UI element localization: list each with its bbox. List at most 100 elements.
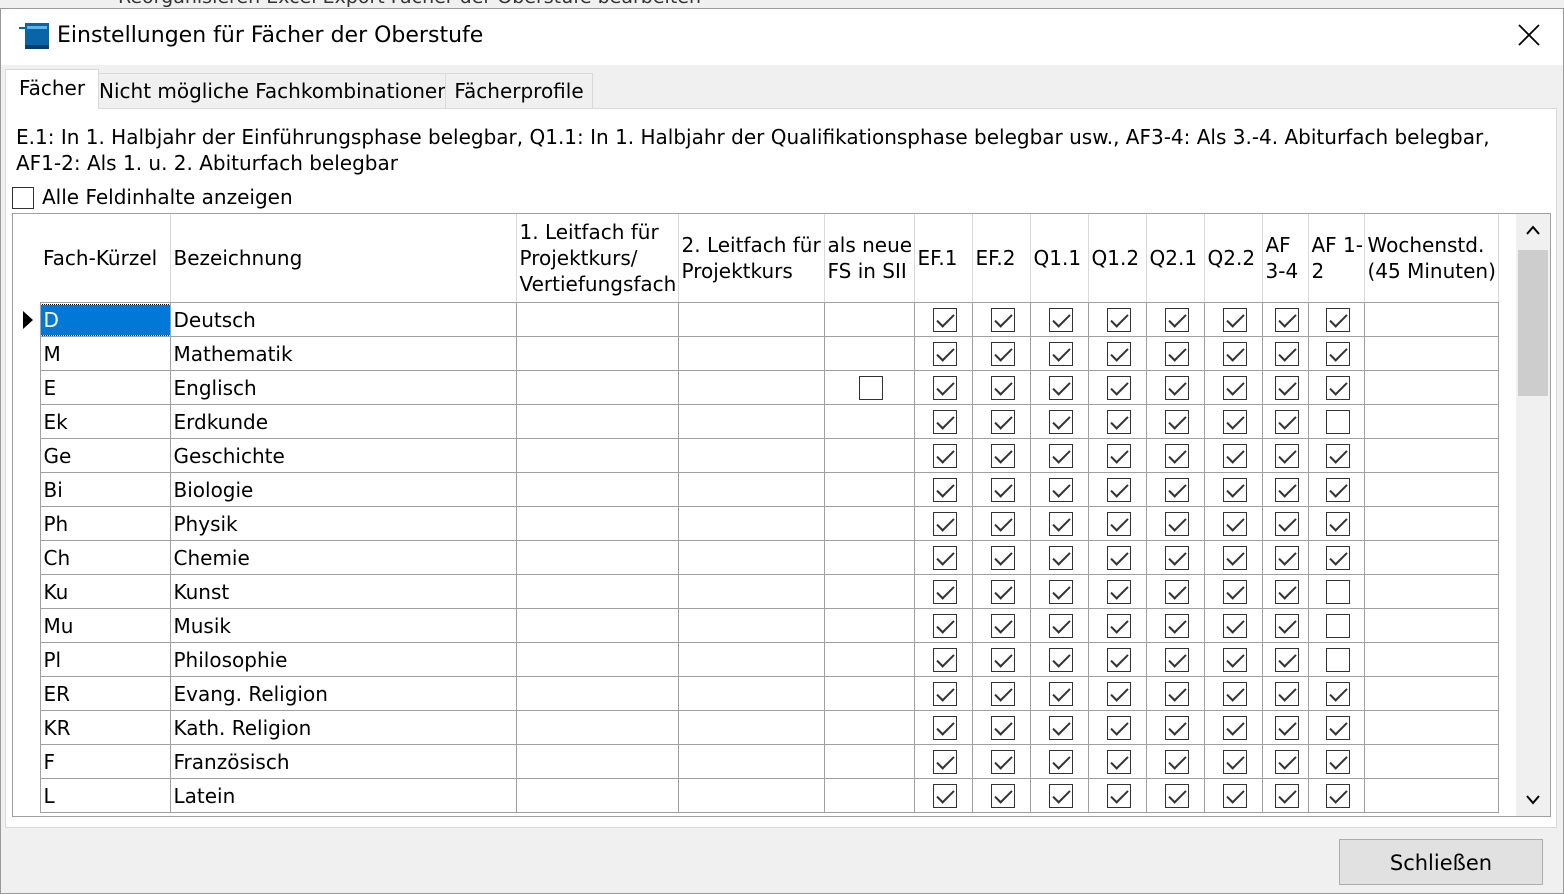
table-row[interactable]: ER Evang. Religion — [13, 676, 1499, 711]
cell-neue-fs[interactable] — [823, 778, 915, 813]
q12-checkbox[interactable] — [1106, 512, 1131, 537]
cell-af12[interactable] — [1307, 438, 1365, 473]
col-header-ef2[interactable]: EF.2 — [972, 214, 1031, 303]
cell-fach-kuerzel[interactable]: Ch — [39, 540, 171, 575]
ef2-checkbox[interactable] — [990, 342, 1015, 367]
cell-neue-fs[interactable] — [823, 642, 915, 677]
cell-af34[interactable] — [1261, 438, 1309, 473]
ef2-checkbox[interactable] — [990, 750, 1015, 775]
q21-checkbox[interactable] — [1164, 648, 1189, 673]
table-row[interactable]: Ph Physik — [13, 506, 1499, 541]
q11-checkbox[interactable] — [1048, 308, 1073, 333]
row-header[interactable] — [13, 779, 40, 813]
cell-q11[interactable] — [1029, 778, 1089, 813]
cell-q12[interactable] — [1087, 608, 1147, 643]
cell-leitfach-1[interactable] — [515, 302, 679, 337]
tab-faecher[interactable]: Fächer — [5, 69, 99, 109]
col-header-af12[interactable]: AF 1-2 — [1308, 214, 1365, 303]
cell-af12[interactable] — [1307, 710, 1365, 745]
cell-wochenstd[interactable] — [1363, 506, 1499, 541]
cell-q21[interactable] — [1145, 574, 1205, 609]
table-row[interactable]: D Deutsch — [13, 302, 1499, 337]
cell-q12[interactable] — [1087, 540, 1147, 575]
cell-fach-kuerzel[interactable]: D — [39, 302, 171, 337]
cell-af12[interactable] — [1307, 370, 1365, 405]
af12-checkbox[interactable] — [1325, 784, 1350, 809]
q21-checkbox[interactable] — [1164, 750, 1189, 775]
cell-leitfach-1[interactable] — [515, 336, 679, 371]
cell-bezeichnung[interactable]: Mathematik — [169, 336, 517, 371]
cell-af12[interactable] — [1307, 744, 1365, 779]
cell-leitfach-2[interactable] — [677, 710, 825, 745]
cell-q21[interactable] — [1145, 778, 1205, 813]
af34-checkbox[interactable] — [1274, 478, 1299, 503]
cell-wochenstd[interactable] — [1363, 710, 1499, 745]
cell-q22[interactable] — [1203, 404, 1263, 439]
q11-checkbox[interactable] — [1048, 580, 1073, 605]
cell-ef1[interactable] — [913, 506, 973, 541]
q12-checkbox[interactable] — [1106, 784, 1131, 809]
table-row[interactable]: L Latein — [13, 778, 1499, 813]
col-header-ef1[interactable]: EF.1 — [914, 214, 973, 303]
cell-leitfach-2[interactable] — [677, 302, 825, 337]
row-header[interactable] — [13, 405, 40, 439]
af34-checkbox[interactable] — [1274, 580, 1299, 605]
ef1-checkbox[interactable] — [932, 308, 957, 333]
col-header-af34[interactable]: AF 3-4 — [1262, 214, 1309, 303]
q21-checkbox[interactable] — [1164, 682, 1189, 707]
cell-leitfach-2[interactable] — [677, 574, 825, 609]
show-all-fields-checkbox[interactable] — [12, 186, 34, 209]
ef1-checkbox[interactable] — [932, 342, 957, 367]
cell-af34[interactable] — [1261, 574, 1309, 609]
tab-nicht-moegliche-fachkombinationen[interactable]: Nicht mögliche Fachkombinationen — [98, 73, 450, 108]
row-header[interactable] — [13, 745, 40, 779]
col-header-bezeichnung[interactable]: Bezeichnung — [170, 214, 517, 303]
cell-ef2[interactable] — [971, 370, 1031, 405]
cell-leitfach-2[interactable] — [677, 540, 825, 575]
cell-af12[interactable] — [1307, 336, 1365, 371]
cell-leitfach-2[interactable] — [677, 608, 825, 643]
cell-q22[interactable] — [1203, 710, 1263, 745]
ef2-checkbox[interactable] — [990, 580, 1015, 605]
ef1-checkbox[interactable] — [932, 546, 957, 571]
cell-leitfach-1[interactable] — [515, 710, 679, 745]
cell-q12[interactable] — [1087, 472, 1147, 507]
af34-checkbox[interactable] — [1274, 410, 1299, 435]
cell-leitfach-2[interactable] — [677, 642, 825, 677]
cell-af34[interactable] — [1261, 540, 1309, 575]
q11-checkbox[interactable] — [1048, 648, 1073, 673]
ef2-checkbox[interactable] — [990, 478, 1015, 503]
q12-checkbox[interactable] — [1106, 546, 1131, 571]
row-header[interactable] — [13, 439, 40, 473]
cell-leitfach-1[interactable] — [515, 404, 679, 439]
cell-af12[interactable] — [1307, 608, 1365, 643]
cell-wochenstd[interactable] — [1363, 642, 1499, 677]
af34-checkbox[interactable] — [1274, 784, 1299, 809]
cell-ef1[interactable] — [913, 642, 973, 677]
cell-ef2[interactable] — [971, 506, 1031, 541]
cell-wochenstd[interactable] — [1363, 778, 1499, 813]
ef1-checkbox[interactable] — [932, 580, 957, 605]
cell-wochenstd[interactable] — [1363, 574, 1499, 609]
cell-q11[interactable] — [1029, 608, 1089, 643]
cell-q11[interactable] — [1029, 404, 1089, 439]
cell-bezeichnung[interactable]: Philosophie — [169, 642, 517, 677]
q11-checkbox[interactable] — [1048, 444, 1073, 469]
q11-checkbox[interactable] — [1048, 376, 1073, 401]
ef2-checkbox[interactable] — [990, 444, 1015, 469]
row-header[interactable] — [13, 609, 40, 643]
cell-leitfach-2[interactable] — [677, 676, 825, 711]
ef1-checkbox[interactable] — [932, 682, 957, 707]
q21-checkbox[interactable] — [1164, 546, 1189, 571]
cell-bezeichnung[interactable]: Geschichte — [169, 438, 517, 473]
cell-neue-fs[interactable] — [823, 404, 915, 439]
cell-fach-kuerzel[interactable]: Ek — [39, 404, 171, 439]
af12-checkbox[interactable] — [1325, 546, 1350, 571]
ef2-checkbox[interactable] — [990, 410, 1015, 435]
cell-bezeichnung[interactable]: Evang. Religion — [169, 676, 517, 711]
row-header[interactable] — [13, 507, 40, 541]
table-row[interactable]: KR Kath. Religion — [13, 710, 1499, 745]
table-row[interactable]: Ch Chemie — [13, 540, 1499, 575]
af34-checkbox[interactable] — [1274, 308, 1299, 333]
cell-neue-fs[interactable] — [823, 506, 915, 541]
